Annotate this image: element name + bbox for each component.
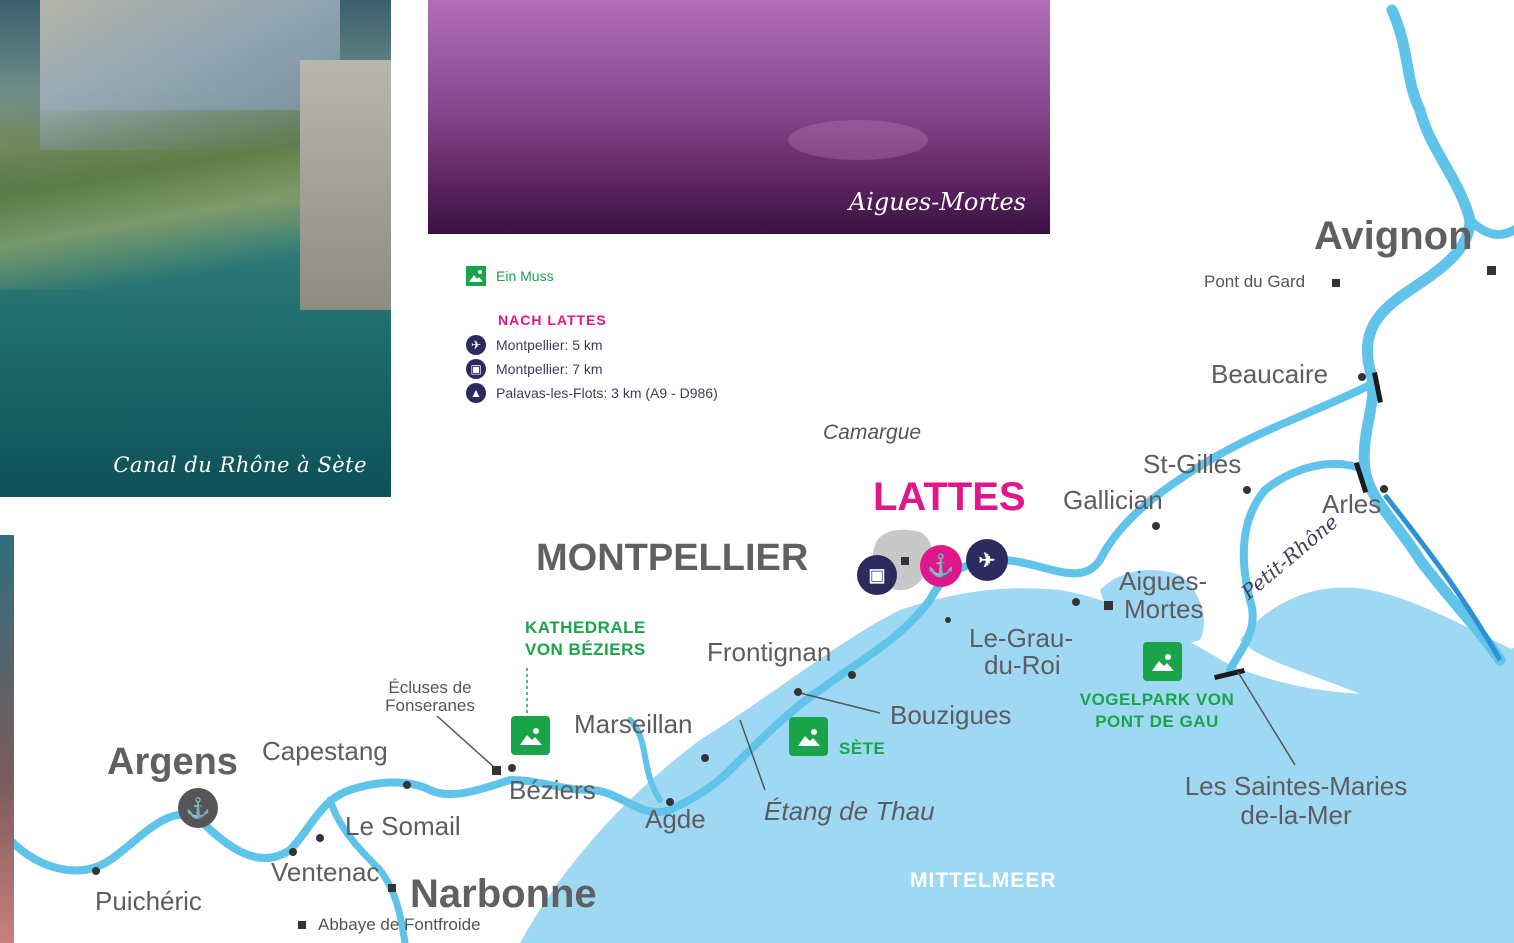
photo-caption-aigues: Aigues-Mortes (848, 188, 1026, 216)
airplane-icon: ✈ (466, 335, 486, 355)
leader-ecluses (436, 715, 496, 769)
town-dot-frontignan (848, 671, 856, 679)
train-icon: ▣ (466, 359, 486, 379)
town-dot-ventenac (289, 848, 297, 856)
label-lattes: LATTES (873, 475, 1026, 519)
legend-must-label: Ein Muss (496, 268, 554, 284)
label-st-gilles: St-Gilles (1143, 449, 1242, 479)
town-dot-sete (945, 617, 951, 623)
town-dot-le-grau (1072, 598, 1080, 606)
label-agde: Agde (645, 804, 706, 834)
label-kathedrale-1: KATHEDRALE (525, 618, 646, 637)
legend-train-label: Montpellier: 7 km (496, 361, 603, 377)
anchor-icon: ⚓ (178, 788, 218, 828)
poi-square-avignon (1487, 266, 1496, 275)
train-icon: ▣ (857, 555, 897, 595)
label-bouzigues: Bouzigues (890, 700, 1012, 730)
label-puicheric: Puichéric (95, 886, 202, 916)
legend-heading: NACH LATTES (498, 312, 607, 328)
legend-road: ▲ Palavas-les-Flots: 3 km (A9 - D986) (466, 383, 718, 403)
photo-aigues-mortes: Aigues-Mortes (428, 0, 1050, 234)
label-capestang: Capestang (262, 736, 388, 766)
label-aigues-mortes-2: Mortes (1124, 594, 1204, 624)
town-dot-le-somail (316, 834, 324, 842)
label-narbonne: Narbonne (410, 872, 597, 916)
poi-square-aigues-mortes (1104, 601, 1113, 610)
label-ecluses-2: Fonseranes (385, 696, 475, 715)
label-montpellier: MONTPELLIER (536, 537, 809, 579)
label-le-grau-2: du-Roi (984, 650, 1061, 680)
label-avignon: Avignon (1314, 214, 1473, 258)
label-kathedrale-2: VON BÉZIERS (525, 640, 646, 659)
airplane-icon: ✈ (966, 539, 1008, 581)
label-abbaye: Abbaye de Fontfroide (318, 915, 481, 934)
poi-square-montpellier (901, 557, 909, 565)
photo-reflection (788, 120, 928, 160)
legend-road-label: Palavas-les-Flots: 3 km (A9 - D986) (496, 385, 718, 401)
town-dot-capestang (403, 781, 411, 789)
label-etang-de-thau: Étang de Thau (764, 796, 935, 826)
town-dot-st-gilles (1243, 486, 1251, 494)
label-camargue: Camargue (823, 421, 922, 444)
label-ecluses-1: Écluses de (388, 678, 472, 697)
label-pont-du-gard: Pont du Gard (1204, 272, 1306, 291)
landscape-icon (466, 266, 486, 286)
label-vogelpark: VOGELPARK VON PONT DE GAU (1070, 689, 1244, 733)
label-beziers: Béziers (509, 775, 596, 805)
label-saintes-2: de-la-Mer (1240, 800, 1352, 830)
label-vogelpark-2: PONT DE GAU (1095, 712, 1219, 731)
photo-canal-du-rhone: Canal du Rhône à Sète (0, 0, 391, 497)
poi-square-pont-du-gard (1332, 279, 1340, 287)
label-mittelmeer: MITTELMEER (910, 869, 1057, 892)
label-aigues-mortes-1: Aigues- (1119, 566, 1208, 596)
rhone-river (1358, 4, 1506, 666)
town-dot-beziers (508, 764, 516, 772)
poi-square-abbaye (298, 921, 306, 929)
rhone-river-east (1465, 215, 1514, 239)
road-icon: ▲ (466, 383, 486, 403)
label-le-somail: Le Somail (345, 811, 461, 841)
landscape-icon (789, 717, 828, 756)
label-argens: Argens (107, 741, 238, 783)
legend-train: ▣ Montpellier: 7 km (466, 359, 603, 379)
label-gallician: Gallician (1063, 485, 1163, 515)
town-dot-marseillan (701, 754, 709, 762)
label-saintes-1: Les Saintes-Maries (1184, 771, 1408, 801)
legend-must: Ein Muss (466, 266, 554, 286)
town-dot-beaucaire (1358, 373, 1366, 381)
town-dot-gallician (1152, 522, 1160, 530)
town-dot-bouzigues (794, 688, 802, 696)
poi-square-ecluses (492, 766, 501, 775)
photo-caption-canal: Canal du Rhône à Sète (113, 453, 367, 477)
label-ventenac: Ventenac (271, 857, 380, 887)
label-saintes-maries: Les Saintes-Maries de-la-Mer (1172, 772, 1420, 830)
label-ecluses: Écluses de Fonseranes (380, 679, 480, 715)
photo-stone-wall (300, 60, 391, 310)
town-dot-puicheric (92, 867, 100, 875)
label-sete: SÈTE (839, 739, 886, 758)
landscape-icon (1143, 642, 1182, 681)
label-marseillan: Marseillan (574, 709, 693, 739)
legend-airport-label: Montpellier: 5 km (496, 337, 603, 353)
poi-square-narbonne (388, 884, 396, 892)
label-beaucaire: Beaucaire (1211, 359, 1329, 389)
photo-left-edge (0, 535, 14, 943)
label-vogelpark-1: VOGELPARK VON (1079, 690, 1235, 709)
anchor-icon: ⚓ (920, 545, 962, 587)
legend-airport: ✈ Montpellier: 5 km (466, 335, 603, 355)
label-kathedrale: KATHEDRALE VON BÉZIERS (525, 617, 646, 661)
label-frontignan: Frontignan (707, 637, 832, 667)
landscape-icon (511, 716, 550, 755)
